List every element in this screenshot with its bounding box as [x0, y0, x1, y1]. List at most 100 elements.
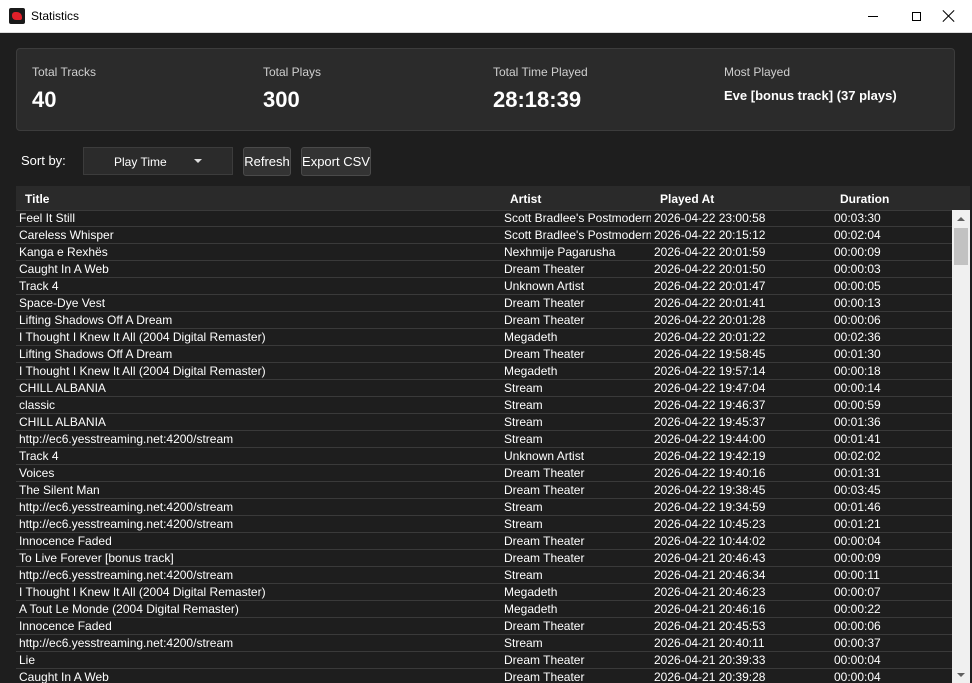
cell-duration: 00:01:31 — [834, 466, 881, 480]
cell-artist: Nexhmije Pagarusha — [504, 245, 616, 259]
table-header: Title Artist Played At Duration — [16, 186, 970, 211]
table-row[interactable]: The Silent Man Dream Theater 2026-04-22 19… — [16, 482, 952, 499]
table-row[interactable]: Caught In A Web Dream Theater 2026-04-22 2… — [16, 261, 952, 278]
table-row[interactable]: http://ec6.yesstreaming.net:4200/stream S… — [16, 431, 952, 448]
cell-artist: Dream Theater — [504, 551, 585, 565]
cell-duration: 00:00:14 — [834, 381, 881, 395]
cell-title: Innocence Faded — [19, 534, 112, 548]
table-row[interactable]: Lifting Shadows Off A Dream Dream Theater… — [16, 346, 952, 363]
table-row[interactable]: http://ec6.yesstreaming.net:4200/stream S… — [16, 499, 952, 516]
table-row[interactable]: Lie Dream Theater 2026-04-21 20:39:33 00:00… — [16, 652, 952, 669]
stat-value: 300 — [263, 87, 300, 112]
cell-played-at: 2026-04-21 20:46:43 — [654, 551, 766, 565]
cell-played-at: 2026-04-22 19:46:37 — [654, 398, 766, 412]
cell-title: http://ec6.yesstreaming.net:4200/stream — [19, 568, 234, 582]
cell-artist: Stream — [504, 568, 543, 582]
cell-artist: Unknown Artist — [504, 449, 585, 463]
scroll-down-button[interactable] — [952, 666, 970, 683]
table-row[interactable]: http://ec6.yesstreaming.net:4200/stream S… — [16, 635, 952, 652]
table-row[interactable]: Feel It Still Scott Bradlee's Postmodern 2… — [16, 210, 952, 227]
cell-artist: Dream Theater — [504, 483, 585, 497]
table-row[interactable]: Careless Whisper Scott Bradlee's Postmode… — [16, 227, 952, 244]
minimize-button[interactable] — [850, 0, 896, 32]
cell-played-at: 2026-04-22 19:40:16 — [654, 466, 766, 480]
column-header-played-at[interactable]: Played At — [660, 192, 714, 206]
table-row[interactable]: Track 4 Unknown Artist 2026-04-22 20:01:47… — [16, 278, 952, 295]
table-row[interactable]: Caught In A Web Dream Theater 2026-04-21 2… — [16, 669, 952, 683]
sort-by-value: Play Time — [114, 155, 167, 169]
close-button[interactable] — [926, 0, 972, 32]
table-row[interactable]: Kanga e Rexhës Nexhmije Pagarusha 2026-04-… — [16, 244, 952, 261]
stat-total-time: Total Time Played 28:18:39 — [493, 65, 588, 113]
table-row[interactable]: I Thought I Knew It All (2004 Digital Re… — [16, 363, 952, 380]
cell-artist: Scott Bradlee's Postmodern — [504, 211, 651, 225]
table-row[interactable]: http://ec6.yesstreaming.net:4200/stream S… — [16, 516, 952, 533]
scrollbar-thumb[interactable] — [954, 228, 968, 265]
table-row[interactable]: classic Stream 2026-04-22 19:46:37 00:00:59 — [16, 397, 952, 414]
cell-duration: 00:02:36 — [834, 330, 881, 344]
table-row[interactable]: http://ec6.yesstreaming.net:4200/stream S… — [16, 567, 952, 584]
table-body: Feel It Still Scott Bradlee's Postmodern 2… — [16, 210, 952, 683]
cell-artist: Dream Theater — [504, 262, 585, 276]
cell-artist: Dream Theater — [504, 670, 585, 683]
cell-played-at: 2026-04-22 20:01:50 — [654, 262, 766, 276]
cell-duration: 00:02:02 — [834, 449, 881, 463]
table-row[interactable]: To Live Forever [bonus track] Dream Theat… — [16, 550, 952, 567]
cell-artist: Megadeth — [504, 585, 558, 599]
cell-played-at: 2026-04-22 19:34:59 — [654, 500, 766, 514]
cell-played-at: 2026-04-22 19:47:04 — [654, 381, 766, 395]
cell-title: Kanga e Rexhës — [19, 245, 108, 259]
stat-label: Total Plays — [263, 65, 322, 79]
cell-duration: 00:01:41 — [834, 432, 881, 446]
cell-title: CHILL ALBANIA — [19, 415, 106, 429]
arrow-up-icon — [957, 216, 965, 221]
table-row[interactable]: I Thought I Knew It All (2004 Digital Re… — [16, 584, 952, 601]
table-row[interactable]: CHILL ALBANIA Stream 2026-04-22 19:45:37 00… — [16, 414, 952, 431]
cell-artist: Stream — [504, 415, 543, 429]
cell-played-at: 2026-04-22 23:00:58 — [654, 211, 766, 225]
cell-artist: Dream Theater — [504, 619, 585, 633]
cell-artist: Stream — [504, 432, 543, 446]
table-row[interactable]: I Thought I Knew It All (2004 Digital Re… — [16, 329, 952, 346]
table-row[interactable]: A Tout Le Monde (2004 Digital Remaster) M… — [16, 601, 952, 618]
cell-title: Caught In A Web — [19, 670, 109, 683]
column-header-artist[interactable]: Artist — [510, 192, 541, 206]
cell-played-at: 2026-04-21 20:39:28 — [654, 670, 766, 683]
vertical-scrollbar[interactable] — [952, 210, 970, 683]
cell-played-at: 2026-04-21 20:39:33 — [654, 653, 766, 667]
table-row[interactable]: Space-Dye Vest Dream Theater 2026-04-22 20… — [16, 295, 952, 312]
table-row[interactable]: Lifting Shadows Off A Dream Dream Theater… — [16, 312, 952, 329]
cell-title: CHILL ALBANIA — [19, 381, 106, 395]
cell-played-at: 2026-04-22 19:44:00 — [654, 432, 766, 446]
cell-duration: 00:00:05 — [834, 279, 881, 293]
cell-title: http://ec6.yesstreaming.net:4200/stream — [19, 517, 234, 531]
table-row[interactable]: CHILL ALBANIA Stream 2026-04-22 19:47:04 00… — [16, 380, 952, 397]
scroll-up-button[interactable] — [952, 210, 970, 227]
refresh-button[interactable]: Refresh — [243, 147, 291, 176]
cell-title: Track 4 — [19, 279, 59, 293]
table-row[interactable]: Innocence Faded Dream Theater 2026-04-21 2… — [16, 618, 952, 635]
column-header-title[interactable]: Title — [25, 192, 49, 206]
cell-played-at: 2026-04-22 20:01:28 — [654, 313, 766, 327]
cell-title: Lifting Shadows Off A Dream — [19, 313, 173, 327]
cell-duration: 00:00:37 — [834, 636, 881, 650]
arrow-down-icon — [957, 672, 965, 677]
sort-by-dropdown[interactable]: Play Time — [83, 147, 233, 175]
cell-artist: Dream Theater — [504, 653, 585, 667]
export-csv-button[interactable]: Export CSV — [301, 147, 371, 176]
cell-duration: 00:00:13 — [834, 296, 881, 310]
cell-title: The Silent Man — [19, 483, 100, 497]
table-row[interactable]: Voices Dream Theater 2026-04-22 19:40:16 00… — [16, 465, 952, 482]
cell-artist: Megadeth — [504, 364, 558, 378]
cell-title: http://ec6.yesstreaming.net:4200/stream — [19, 500, 234, 514]
cell-played-at: 2026-04-22 20:01:59 — [654, 245, 766, 259]
cell-duration: 00:00:09 — [834, 551, 881, 565]
cell-artist: Dream Theater — [504, 466, 585, 480]
table-row[interactable]: Track 4 Unknown Artist 2026-04-22 19:42:19… — [16, 448, 952, 465]
cell-duration: 00:01:30 — [834, 347, 881, 361]
cell-played-at: 2026-04-22 20:01:22 — [654, 330, 766, 344]
table-row[interactable]: Innocence Faded Dream Theater 2026-04-22 1… — [16, 533, 952, 550]
cell-duration: 00:00:22 — [834, 602, 881, 616]
column-header-duration[interactable]: Duration — [840, 192, 889, 206]
cell-played-at: 2026-04-22 19:45:37 — [654, 415, 766, 429]
